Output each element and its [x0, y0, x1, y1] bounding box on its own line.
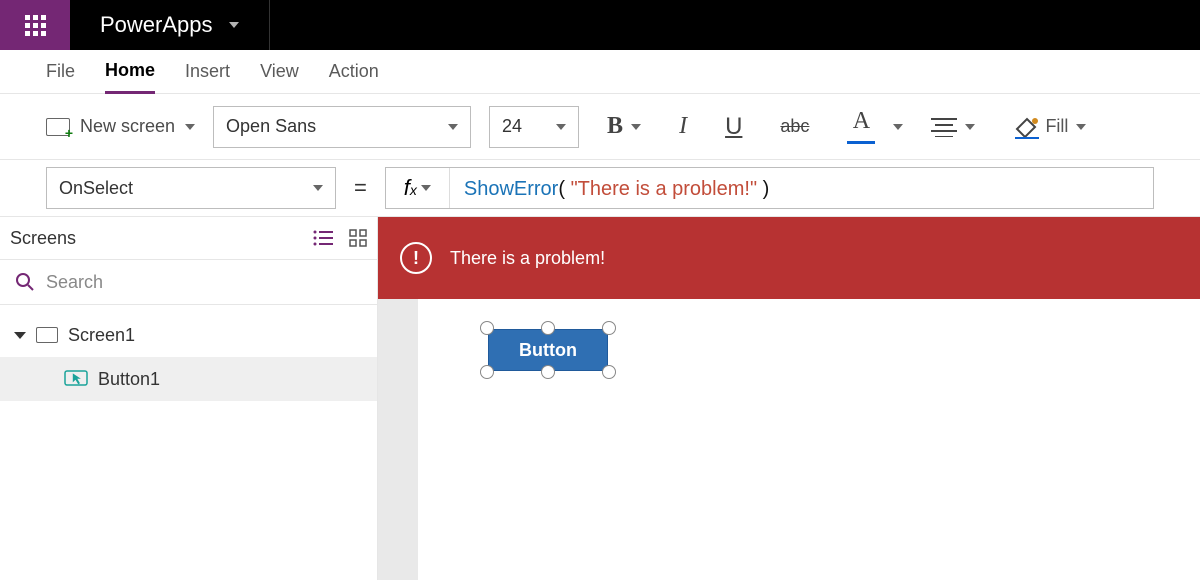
screens-tree: Screen1 Button1 — [0, 305, 377, 409]
error-banner: ! There is a problem! — [378, 217, 1200, 299]
canvas-area: ! There is a problem! Button — [378, 217, 1200, 580]
strikethrough-icon: abc — [780, 116, 809, 137]
strikethrough-button[interactable]: abc — [770, 116, 819, 137]
fill-icon — [1013, 115, 1039, 139]
button-control-icon — [64, 370, 88, 388]
screens-panel-title: Screens — [10, 228, 76, 249]
error-message: There is a problem! — [450, 248, 605, 269]
screens-panel: Screens Search Screen1 Button1 — [0, 217, 378, 580]
align-icon — [931, 117, 957, 137]
bold-icon: B — [607, 113, 623, 140]
font-size-select[interactable]: 24 — [489, 106, 579, 148]
italic-icon: I — [679, 113, 687, 140]
underline-icon: U — [725, 113, 742, 141]
resize-handle-bc[interactable] — [541, 365, 555, 379]
app-launcher-button[interactable] — [0, 0, 70, 50]
fx-button[interactable]: fx — [386, 168, 450, 208]
formula-open-paren: ( — [558, 178, 570, 200]
resize-handle-tl[interactable] — [480, 321, 494, 335]
canvas-button-text: Button — [519, 340, 577, 361]
menu-action[interactable]: Action — [329, 51, 379, 92]
font-color-icon: A — [853, 109, 870, 133]
chevron-down-icon — [631, 124, 641, 130]
fill-label: Fill — [1045, 116, 1068, 137]
chevron-down-icon — [965, 124, 975, 130]
error-icon: ! — [400, 242, 432, 274]
error-glyph: ! — [413, 248, 419, 269]
equals-label: = — [348, 175, 373, 201]
chevron-down-icon — [421, 185, 431, 191]
waffle-icon — [25, 15, 46, 36]
screens-search[interactable]: Search — [0, 259, 377, 305]
new-screen-icon — [46, 118, 70, 136]
screens-panel-header: Screens — [0, 217, 377, 259]
chevron-down-icon — [185, 124, 195, 130]
chevron-down-icon — [1076, 124, 1086, 130]
property-select[interactable]: OnSelect — [46, 167, 336, 209]
search-icon — [16, 273, 34, 291]
formula-input[interactable]: ShowError( "There is a problem!" ) — [450, 176, 1153, 201]
resize-handle-tr[interactable] — [602, 321, 616, 335]
selected-control[interactable]: Button — [488, 329, 608, 371]
font-size-value: 24 — [502, 116, 522, 137]
formula-string: "There is a problem!" — [571, 178, 758, 200]
bold-button[interactable]: B — [597, 113, 651, 140]
chevron-down-icon — [229, 22, 239, 28]
chevron-down-icon — [313, 185, 323, 191]
new-screen-button[interactable]: New screen — [46, 116, 195, 137]
separator — [269, 0, 270, 50]
formula-input-container: fx ShowError( "There is a problem!" ) — [385, 167, 1154, 209]
menu-view[interactable]: View — [260, 51, 299, 92]
formula-close-paren: ) — [757, 178, 769, 200]
menu-home[interactable]: Home — [105, 50, 155, 94]
chevron-down-icon — [556, 124, 566, 130]
tree-item-screen1[interactable]: Screen1 — [0, 313, 377, 357]
color-swatch — [847, 141, 875, 144]
tree-item-label: Screen1 — [68, 325, 135, 346]
screen-icon — [36, 327, 58, 343]
font-color-button[interactable]: A — [837, 109, 885, 144]
list-view-icon[interactable] — [313, 230, 333, 246]
app-name-dropdown[interactable]: PowerApps — [70, 0, 269, 50]
chevron-down-icon[interactable] — [893, 124, 903, 130]
chevron-down-icon — [448, 124, 458, 130]
workspace: Screens Search Screen1 Button1 — [0, 217, 1200, 580]
property-value: OnSelect — [59, 178, 133, 199]
ribbon: New screen Open Sans 24 B I U abc A Fill — [0, 94, 1200, 160]
resize-handle-bl[interactable] — [480, 365, 494, 379]
search-placeholder: Search — [46, 272, 103, 293]
fill-button[interactable]: Fill — [1003, 115, 1096, 139]
grid-view-icon[interactable] — [349, 229, 367, 247]
title-bar: PowerApps — [0, 0, 1200, 50]
new-screen-label: New screen — [80, 116, 175, 137]
fx-icon: fx — [404, 175, 417, 201]
expand-icon[interactable] — [14, 332, 26, 339]
resize-handle-br[interactable] — [602, 365, 616, 379]
menu-insert[interactable]: Insert — [185, 51, 230, 92]
menu-bar: File Home Insert View Action — [0, 50, 1200, 94]
font-family-select[interactable]: Open Sans — [213, 106, 471, 148]
formula-fn: ShowError — [464, 178, 558, 200]
resize-handle-tc[interactable] — [541, 321, 555, 335]
underline-button[interactable]: U — [715, 113, 752, 141]
formula-bar: OnSelect = fx ShowError( "There is a pro… — [0, 160, 1200, 217]
font-family-value: Open Sans — [226, 116, 316, 137]
menu-file[interactable]: File — [46, 51, 75, 92]
design-surface[interactable]: Button — [418, 299, 1200, 580]
tree-item-label: Button1 — [98, 369, 160, 390]
app-name-label: PowerApps — [100, 12, 213, 38]
align-button[interactable] — [921, 117, 985, 137]
italic-button[interactable]: I — [669, 113, 697, 140]
tree-item-button1[interactable]: Button1 — [0, 357, 377, 401]
